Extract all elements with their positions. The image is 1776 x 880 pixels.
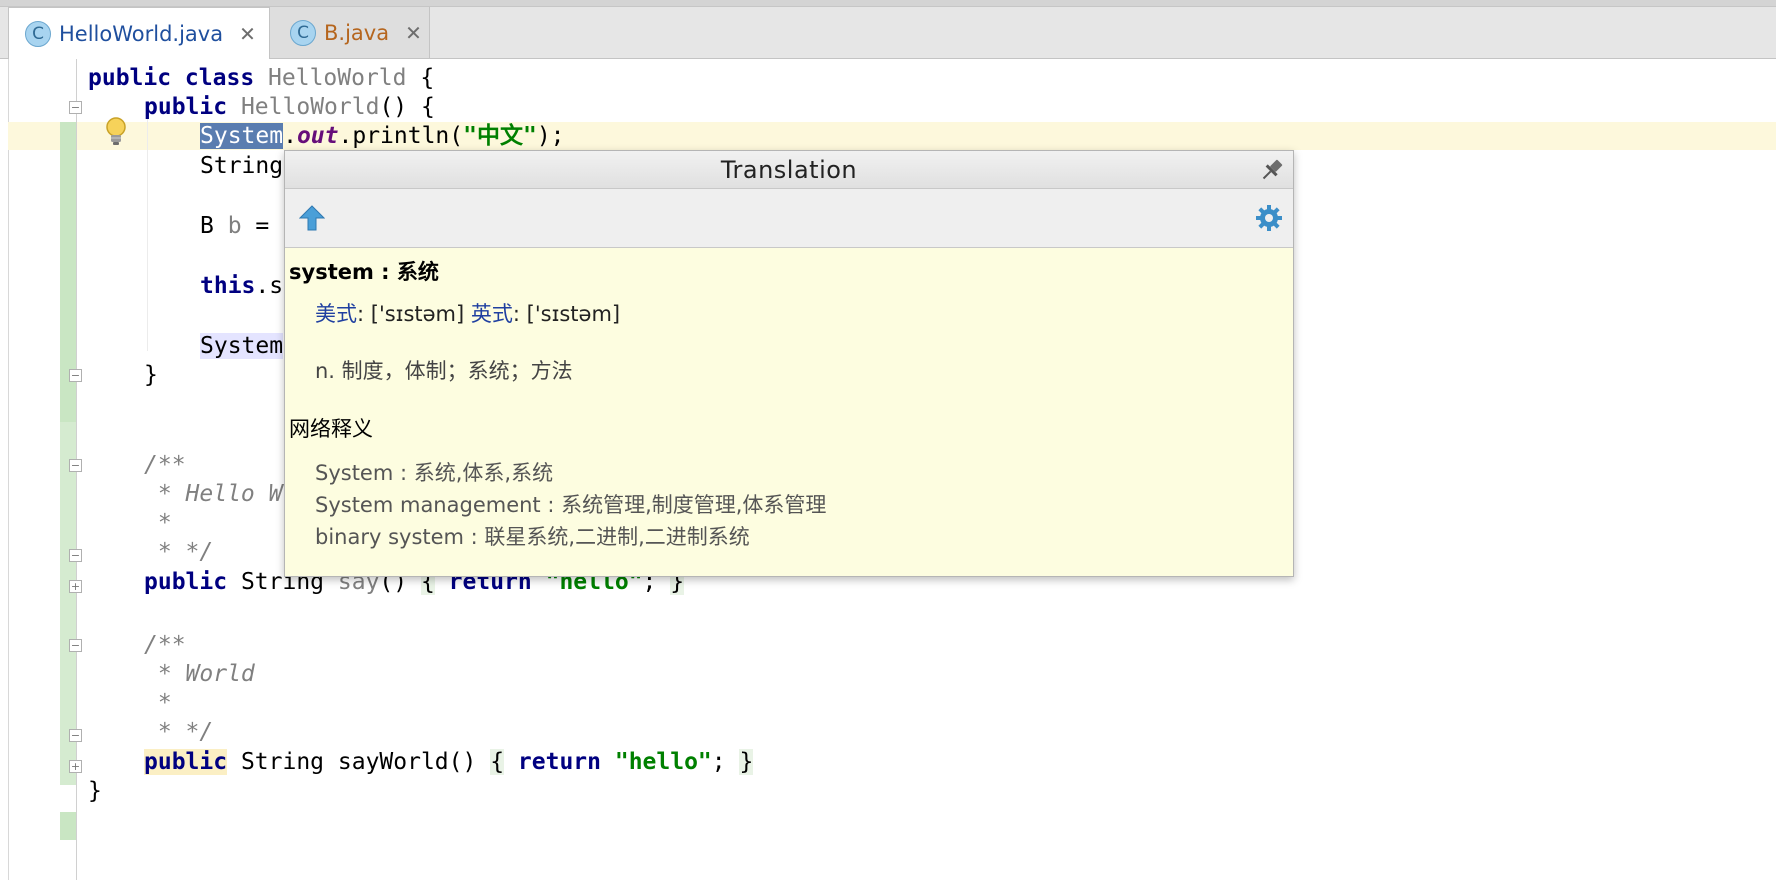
code-token: } <box>144 362 158 388</box>
gear-icon[interactable] <box>1255 204 1283 232</box>
code-token: String <box>200 153 284 179</box>
code-token: } <box>88 778 102 804</box>
editor-tab-bar: C HelloWorld.java ✕ C B.java ✕ <box>0 0 1776 60</box>
fold-marker[interactable]: − <box>69 369 82 382</box>
indent-guide <box>147 101 148 351</box>
code-token: .println( <box>338 123 464 149</box>
keyword: this <box>200 273 256 299</box>
popup-title: Translation <box>720 156 858 184</box>
comment: * <box>144 690 172 716</box>
comment: /** <box>144 632 186 658</box>
class-icon: C <box>25 21 51 47</box>
code-line[interactable]: B b = <box>200 212 269 241</box>
selected-text[interactable]: System <box>200 123 284 149</box>
comment: * World <box>144 661 255 687</box>
code-token: ); <box>536 123 565 149</box>
pin-icon[interactable] <box>1259 157 1285 183</box>
tab-label: B.java <box>324 20 390 45</box>
comment: /** <box>144 452 186 478</box>
arrow-up-icon[interactable] <box>299 204 325 232</box>
close-icon[interactable]: ✕ <box>405 21 422 45</box>
constructor-name: HelloWorld <box>240 94 380 120</box>
doc-comment-line[interactable]: * World <box>144 660 255 689</box>
lightbulb-icon[interactable] <box>104 116 128 148</box>
uk-phonetic: : ['sɪstəm] <box>512 302 621 326</box>
string-literal: "中文" <box>463 123 537 149</box>
us-phonetic: : ['sɪstəm] <box>357 302 465 326</box>
comment: * */ <box>144 719 214 745</box>
web-item: System management : 系统管理,制度管理,体系管理 <box>315 493 827 517</box>
definition: n. 制度，体制；系统；方法 <box>315 359 573 383</box>
string-literal: "hello" <box>614 749 712 775</box>
code-token: = <box>241 213 270 239</box>
fold-marker[interactable]: − <box>69 459 82 472</box>
code-line[interactable]: public class HelloWorld { <box>88 64 434 93</box>
code-token: () <box>448 749 491 775</box>
class-icon: C <box>290 19 316 46</box>
keyword: public <box>144 94 228 120</box>
vcs-change-marker <box>60 812 76 840</box>
editor-left-border <box>8 59 9 880</box>
comment: * <box>144 510 172 536</box>
us-label: 美式 <box>315 302 357 326</box>
code-token: .s <box>255 273 284 299</box>
code-line[interactable]: public HelloWorld() { <box>144 93 435 122</box>
static-field: out <box>296 123 339 149</box>
expand-marker[interactable]: + <box>69 760 82 773</box>
tab-label: HelloWorld.java <box>59 22 224 46</box>
code-line-current[interactable]: System.out.println("中文"); <box>200 122 565 151</box>
tab-helloworld-java[interactable]: C HelloWorld.java ✕ <box>8 7 270 60</box>
fold-marker[interactable]: − <box>69 549 82 562</box>
doc-comment-line[interactable]: * <box>144 689 172 718</box>
code-token: String <box>227 749 338 775</box>
fold-marker[interactable]: − <box>69 639 82 652</box>
web-heading: 网络释义 <box>289 417 373 441</box>
folded-brace[interactable]: { <box>490 749 505 775</box>
doc-comment-line[interactable]: * <box>144 509 172 538</box>
comment: * */ <box>144 539 214 565</box>
uk-label: 英式 <box>470 302 513 326</box>
popup-toolbar <box>285 189 1293 248</box>
doc-comment-line[interactable]: * */ <box>144 718 213 747</box>
code-line[interactable]: this.s <box>200 272 283 301</box>
method-name: sayWorld <box>337 749 449 775</box>
web-item: System : 系统,体系,系统 <box>315 461 554 485</box>
doc-comment-line[interactable]: * Hello W <box>144 480 283 509</box>
keyword: public class <box>88 65 255 91</box>
variable-name: b <box>227 213 242 239</box>
web-item: binary system : 联星系统,二进制,二进制系统 <box>315 525 750 549</box>
code-line[interactable]: public String sayWorld() { return "hello… <box>144 748 754 777</box>
code-token: () { <box>379 94 435 120</box>
code-token: ; <box>711 749 740 775</box>
translation-popup[interactable]: Translation system: 系统 美式: ['sɪstəm] 英式… <box>284 150 1294 577</box>
usage-highlight: System <box>200 333 284 359</box>
popup-title-bar[interactable]: Translation <box>285 151 1293 189</box>
code-token: { <box>406 65 435 91</box>
code-token: B <box>200 213 228 239</box>
fold-marker[interactable]: − <box>69 101 82 114</box>
keyword: public <box>144 569 228 595</box>
code-line[interactable]: System <box>200 332 284 361</box>
expand-marker[interactable]: + <box>69 580 82 593</box>
code-line[interactable]: String <box>200 152 283 181</box>
code-line[interactable]: } <box>144 361 158 390</box>
doc-comment-line[interactable]: /** <box>144 451 186 480</box>
code-line[interactable]: } <box>88 777 102 806</box>
doc-comment-line[interactable]: * */ <box>144 538 213 567</box>
class-name: HelloWorld <box>268 65 407 91</box>
keyword: public <box>144 749 228 775</box>
breadcrumb-strip <box>0 0 1776 7</box>
code-token: . <box>283 123 297 149</box>
phonetics-row: 美式: ['sɪstəm] 英式: ['sɪstəm] <box>315 298 620 328</box>
fold-marker[interactable]: − <box>69 729 82 742</box>
doc-comment-line[interactable]: /** <box>144 631 186 660</box>
keyword: return <box>504 749 615 775</box>
tab-b-java[interactable]: C B.java ✕ <box>270 7 430 58</box>
folded-brace[interactable]: } <box>739 749 754 775</box>
comment: * Hello W <box>144 481 283 507</box>
headword: system : 系统 <box>289 260 439 284</box>
close-icon[interactable]: ✕ <box>239 22 256 46</box>
